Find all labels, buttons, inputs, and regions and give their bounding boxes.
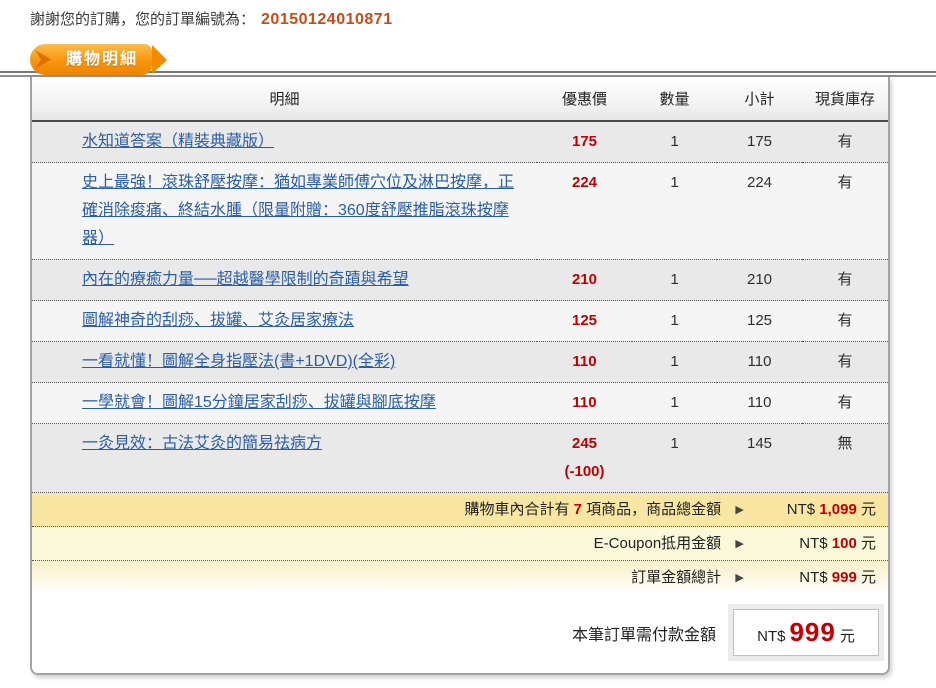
product-link[interactable]: 內在的療癒力量──超越醫學限制的奇蹟與希望	[82, 271, 409, 288]
price-value: 245	[571, 435, 598, 452]
table-row: 一灸見效：古法艾灸的簡易祛病方 245 (-100) 1 145 無	[32, 423, 888, 493]
currency-label: NT$	[786, 501, 816, 518]
payment-amount: 999	[789, 617, 836, 647]
table-row: 史上最強！滾珠舒壓按摩：猶如專業師傅穴位及淋巴按摩，正確消除痠痛、終結水腫（限量…	[32, 162, 888, 260]
table-row: 圖解神奇的刮痧、拔罐、艾灸居家療法 125 1 125 有	[32, 300, 888, 342]
stock-cell: 有	[802, 382, 888, 424]
subtotal-cell: 110	[717, 382, 802, 424]
product-link[interactable]: 圖解神奇的刮痧、拔罐、艾灸居家療法	[82, 312, 354, 329]
price-cell: 175	[537, 120, 632, 163]
items-total-amount: 1,099	[819, 501, 857, 518]
stock-cell: 有	[802, 341, 888, 383]
subtotal-cell: 210	[717, 259, 802, 301]
product-link[interactable]: 一灸見效：古法艾灸的簡易祛病方	[82, 435, 322, 452]
order-total-amount-group: NT$ 999 元	[758, 568, 876, 588]
stock-cell: 有	[802, 120, 888, 163]
order-number: 20150124010871	[261, 11, 393, 28]
order-total-label: 訂單金額總計	[631, 569, 722, 586]
arrow-right-icon: ▶	[735, 504, 744, 516]
table-header-row: 明細 優惠價 數量 小計 現貨庫存	[32, 77, 888, 122]
coupon-amount-group: NT$ 100 元	[758, 534, 876, 554]
header-discount-price: 優惠價	[537, 77, 632, 122]
subtotal-cell: 224	[717, 162, 802, 260]
tab-bar: 購物明細	[0, 44, 936, 77]
arrow-right-icon: ▶	[735, 572, 744, 584]
subtotal-cell: 110	[717, 341, 802, 383]
summary-items-total: 購物車內合計有 7 項商品，商品總金額 ▶ NT$ 1,099 元	[32, 493, 888, 527]
subtotal-cell: 145	[717, 423, 802, 493]
product-link[interactable]: 一看就懂！圖解全身指壓法(書+1DVD)(全彩)	[82, 353, 395, 370]
items-total-amount-group: NT$ 1,099 元	[758, 500, 876, 520]
price-cell: 224	[537, 162, 632, 260]
product-link[interactable]: 水知道答案（精裝典藏版）	[82, 133, 274, 150]
qty-cell: 1	[632, 382, 717, 424]
cart-table: 明細 優惠價 數量 小計 現貨庫存 水知道答案（精裝典藏版） 175 1 175…	[32, 77, 888, 493]
items-total-label-suffix: 項商品，商品總金額	[586, 501, 722, 518]
product-link[interactable]: 史上最強！滾珠舒壓按摩：猶如專業師傅穴位及淋巴按摩，正確消除痠痛、終結水腫（限量…	[82, 174, 514, 247]
product-link[interactable]: 一學就會！圖解15分鐘居家刮痧、拔罐與腳底按摩	[82, 394, 436, 411]
chevron-right-icon	[35, 50, 51, 69]
qty-cell: 1	[632, 259, 717, 301]
subtotal-cell: 125	[717, 300, 802, 342]
tab-shopping-detail[interactable]: 購物明細	[30, 44, 168, 75]
header-subtotal: 小計	[717, 77, 802, 122]
price-cell: 110	[537, 382, 632, 424]
stock-cell: 有	[802, 259, 888, 301]
qty-cell: 1	[632, 120, 717, 163]
order-detail-panel: 明細 優惠價 數量 小計 現貨庫存 水知道答案（精裝典藏版） 175 1 175…	[30, 77, 890, 675]
summary-coupon: E-Coupon抵用金額 ▶ NT$ 100 元	[32, 527, 888, 561]
qty-cell: 1	[632, 300, 717, 342]
table-row: 水知道答案（精裝典藏版） 175 1 175 有	[32, 120, 888, 163]
qty-cell: 1	[632, 341, 717, 383]
subtotal-cell: 175	[717, 120, 802, 163]
table-row: 一看就懂！圖解全身指壓法(書+1DVD)(全彩) 110 1 110 有	[32, 341, 888, 383]
price-cell: 210	[537, 259, 632, 301]
discount-value: (-100)	[564, 463, 605, 480]
currency-label: NT$	[757, 628, 786, 645]
unit-label: 元	[860, 569, 876, 586]
price-cell: 125	[537, 300, 632, 342]
currency-label: NT$	[799, 569, 828, 586]
table-row: 內在的療癒力量──超越醫學限制的奇蹟與希望 210 1 210 有	[32, 259, 888, 301]
thank-you-text: 謝謝您的訂購，您的訂單編號為：	[30, 11, 256, 28]
order-confirmation-message: 謝謝您的訂購，您的訂單編號為： 20150124010871	[0, 0, 936, 29]
unit-label: 元	[839, 628, 855, 645]
stock-cell: 無	[802, 423, 888, 493]
unit-label: 元	[860, 535, 876, 552]
arrow-right-icon: ▶	[735, 538, 744, 550]
stock-cell: 有	[802, 162, 888, 260]
coupon-label: E-Coupon抵用金額	[593, 535, 722, 552]
items-count: 7	[573, 501, 582, 518]
qty-cell: 1	[632, 423, 717, 493]
payment-amount-inner: NT$ 999 元	[733, 609, 879, 656]
payment-amount-box: NT$ 999 元	[728, 604, 884, 661]
summary-order-total: 訂單金額總計 ▶ NT$ 999 元	[32, 561, 888, 594]
price-cell: 245 (-100)	[537, 423, 632, 493]
header-quantity: 數量	[632, 77, 717, 122]
qty-cell: 1	[632, 162, 717, 260]
coupon-amount: 100	[831, 535, 857, 552]
header-stock: 現貨庫存	[802, 77, 888, 122]
payment-row: 本筆訂單需付款金額 NT$ 999 元	[32, 594, 888, 673]
table-row: 一學就會！圖解15分鐘居家刮痧、拔罐與腳底按摩 110 1 110 有	[32, 382, 888, 424]
payment-label: 本筆訂單需付款金額	[571, 626, 716, 644]
items-total-label: 購物車內合計有	[464, 501, 570, 518]
unit-label: 元	[860, 501, 876, 518]
currency-label: NT$	[799, 535, 828, 552]
order-total-amount: 999	[831, 569, 857, 586]
stock-cell: 有	[802, 300, 888, 342]
tab-shopping-detail-label: 購物明細	[66, 51, 139, 68]
price-cell: 110	[537, 341, 632, 383]
header-detail: 明細	[32, 77, 537, 122]
